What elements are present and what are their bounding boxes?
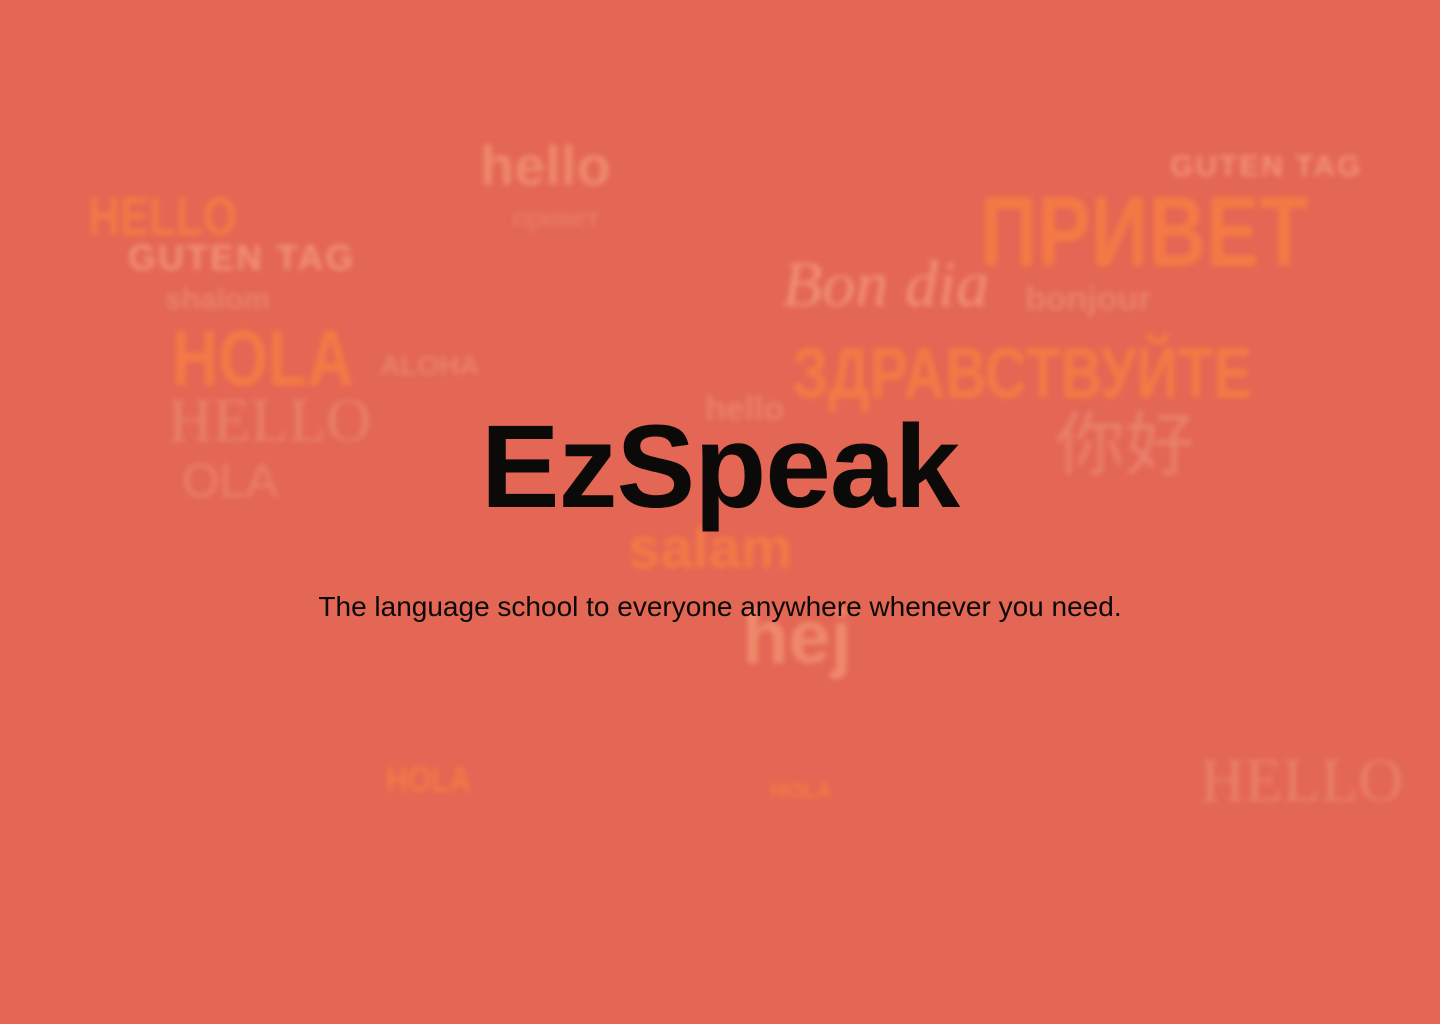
hero-section: EzSpeak The language school to everyone … (0, 0, 1440, 1024)
tagline: The language school to everyone anywhere… (318, 591, 1122, 622)
app-title: EzSpeak (480, 401, 960, 533)
